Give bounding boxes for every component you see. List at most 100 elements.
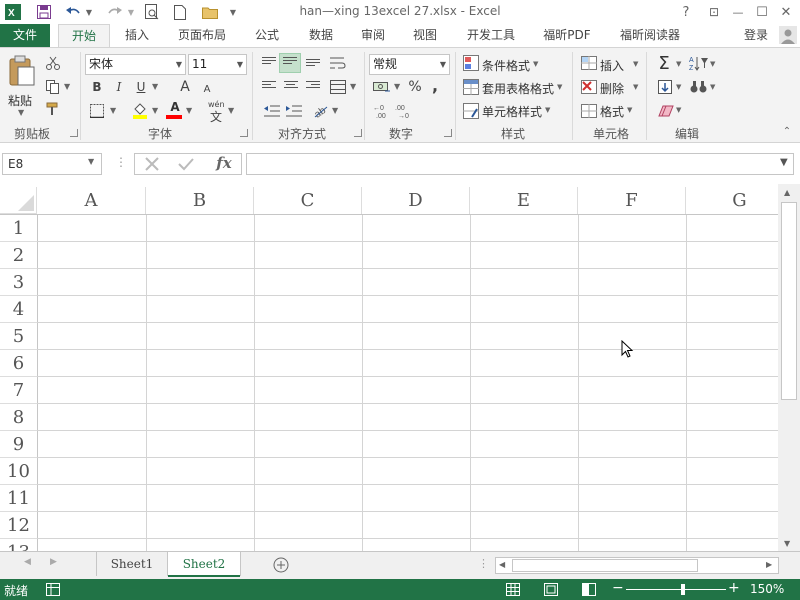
number-format-select[interactable]: 常规 ▼ — [369, 54, 450, 75]
tab-insert[interactable]: 插入 — [114, 24, 160, 47]
new-sheet-icon[interactable] — [272, 556, 290, 574]
row-header[interactable]: 9 — [0, 431, 37, 458]
copy-dropdown-icon[interactable]: ▼ — [64, 82, 70, 91]
minimize-icon[interactable]: — — [726, 0, 750, 24]
prev-sheet-icon[interactable]: ◀ — [24, 557, 31, 567]
zoom-slider-thumb[interactable] — [681, 584, 685, 595]
percent-style-button[interactable]: % — [406, 78, 424, 96]
increase-decimal-icon[interactable]: ←0.00 — [372, 102, 392, 120]
align-bottom-icon[interactable] — [306, 59, 320, 71]
conditional-formatting-button[interactable]: 条件格式 — [482, 57, 530, 74]
fill-dropdown-icon[interactable]: ▼ — [676, 83, 681, 91]
column-header[interactable]: A — [37, 187, 146, 214]
tab-file[interactable]: 文件 — [0, 24, 50, 47]
row-header[interactable]: 1 — [0, 215, 37, 242]
row-header[interactable]: 11 — [0, 485, 37, 512]
column-header[interactable]: B — [146, 187, 254, 214]
tab-foxit-reader[interactable]: 福昕阅读器 — [608, 24, 692, 47]
insert-function-button[interactable]: fx — [211, 153, 237, 173]
italic-button[interactable]: I — [110, 78, 128, 96]
delete-cells-button[interactable]: 删除 — [600, 80, 624, 97]
zoom-level[interactable]: 150% — [750, 582, 784, 596]
borders-dropdown-icon[interactable]: ▼ — [110, 106, 116, 115]
cut-icon[interactable] — [44, 54, 62, 72]
font-name-select[interactable]: 宋体 ▼ — [85, 54, 186, 75]
decrease-decimal-icon[interactable]: .00 →0 — [394, 102, 414, 120]
row-header[interactable]: 10 — [0, 458, 37, 485]
font-size-select[interactable]: 11 ▼ — [188, 54, 247, 75]
clear-dropdown-icon[interactable]: ▼ — [676, 106, 681, 114]
sheet-tab-active[interactable]: Sheet2 — [168, 552, 240, 577]
maximize-icon[interactable]: ☐ — [750, 0, 774, 24]
ribbon-display-options-icon[interactable]: ⊡ — [702, 0, 726, 24]
next-sheet-icon[interactable]: ▶ — [50, 557, 57, 567]
tab-split-grip-icon[interactable]: ⋮ — [478, 557, 489, 570]
paste-label[interactable]: 粘贴 — [8, 92, 32, 109]
conditional-formatting-icon[interactable] — [462, 54, 480, 72]
column-header[interactable]: F — [578, 187, 686, 214]
select-all-button[interactable] — [0, 187, 37, 214]
accounting-format-icon[interactable] — [372, 78, 392, 96]
fill-icon[interactable] — [656, 78, 674, 96]
column-header[interactable]: E — [470, 187, 578, 214]
row-header[interactable]: 2 — [0, 242, 37, 269]
column-header[interactable]: C — [254, 187, 362, 214]
page-layout-view-icon[interactable] — [542, 581, 560, 598]
name-box[interactable]: E8 — [2, 153, 102, 175]
grow-font-button[interactable]: A — [176, 78, 194, 96]
clipboard-launcher-icon[interactable] — [70, 129, 78, 137]
formula-input[interactable] — [246, 153, 794, 175]
tab-view[interactable]: 视图 — [402, 24, 448, 47]
user-avatar-icon[interactable] — [776, 24, 800, 47]
format-cells-icon[interactable] — [580, 102, 598, 120]
login-link[interactable]: 登录 — [738, 24, 774, 47]
zoom-out-button[interactable]: − — [612, 580, 624, 596]
cell-styles-icon[interactable] — [462, 102, 480, 120]
align-top-icon[interactable] — [262, 57, 276, 69]
align-middle-button[interactable] — [279, 53, 301, 73]
format-as-table-icon[interactable] — [462, 78, 480, 96]
find-dropdown-icon[interactable]: ▼ — [710, 83, 715, 91]
insert-cells-icon[interactable] — [580, 54, 598, 72]
tab-page-layout[interactable]: 页面布局 — [168, 24, 236, 47]
number-launcher-icon[interactable] — [444, 129, 452, 137]
tab-developer[interactable]: 开发工具 — [456, 24, 526, 47]
macro-record-icon[interactable] — [44, 581, 62, 598]
row-header[interactable]: 7 — [0, 377, 37, 404]
merge-dropdown-icon[interactable]: ▼ — [350, 82, 356, 91]
sort-filter-icon[interactable]: AZ — [688, 54, 710, 72]
enter-formula-icon[interactable] — [175, 155, 197, 173]
clear-icon[interactable] — [656, 102, 676, 120]
row-header[interactable]: 8 — [0, 404, 37, 431]
format-dropdown-icon[interactable]: ▼ — [627, 106, 632, 114]
row-header[interactable]: 6 — [0, 350, 37, 377]
autosum-icon[interactable]: Σ — [654, 52, 674, 74]
row-header[interactable]: 5 — [0, 323, 37, 350]
copy-icon[interactable] — [44, 78, 62, 96]
horizontal-scroll-thumb[interactable] — [512, 559, 698, 572]
font-color-dropdown-icon[interactable]: ▼ — [186, 106, 192, 115]
format-painter-icon[interactable] — [44, 100, 62, 118]
vertical-scrollbar[interactable]: ▲ ▼ — [778, 184, 800, 551]
row-header[interactable]: 4 — [0, 296, 37, 323]
comma-style-button[interactable]: , — [428, 76, 442, 95]
row-header[interactable]: 13 — [0, 539, 37, 551]
tab-review[interactable]: 审阅 — [350, 24, 396, 47]
scroll-right-icon[interactable]: ▶ — [766, 560, 772, 569]
tab-data[interactable]: 数据 — [298, 24, 344, 47]
alignment-launcher-icon[interactable] — [354, 129, 362, 137]
underline-button[interactable]: U — [132, 78, 150, 96]
find-select-icon[interactable] — [688, 78, 710, 96]
delete-dropdown-icon[interactable]: ▼ — [633, 83, 638, 91]
phonetic-dropdown-icon[interactable]: ▼ — [228, 106, 234, 115]
borders-icon[interactable] — [88, 102, 106, 120]
merge-center-icon[interactable] — [328, 78, 348, 96]
align-center-icon[interactable] — [284, 81, 298, 93]
insert-cells-button[interactable]: 插入 — [600, 57, 624, 74]
name-box-dropdown-icon[interactable]: ▼ — [88, 157, 94, 166]
worksheet-grid[interactable]: A B C D E F G 1 2 3 4 5 6 7 8 9 10 11 12… — [0, 184, 778, 551]
page-break-view-icon[interactable] — [580, 581, 598, 598]
help-icon[interactable]: ? — [674, 0, 698, 24]
font-color-button[interactable]: A — [166, 98, 184, 116]
orientation-icon[interactable]: ab — [310, 100, 330, 120]
